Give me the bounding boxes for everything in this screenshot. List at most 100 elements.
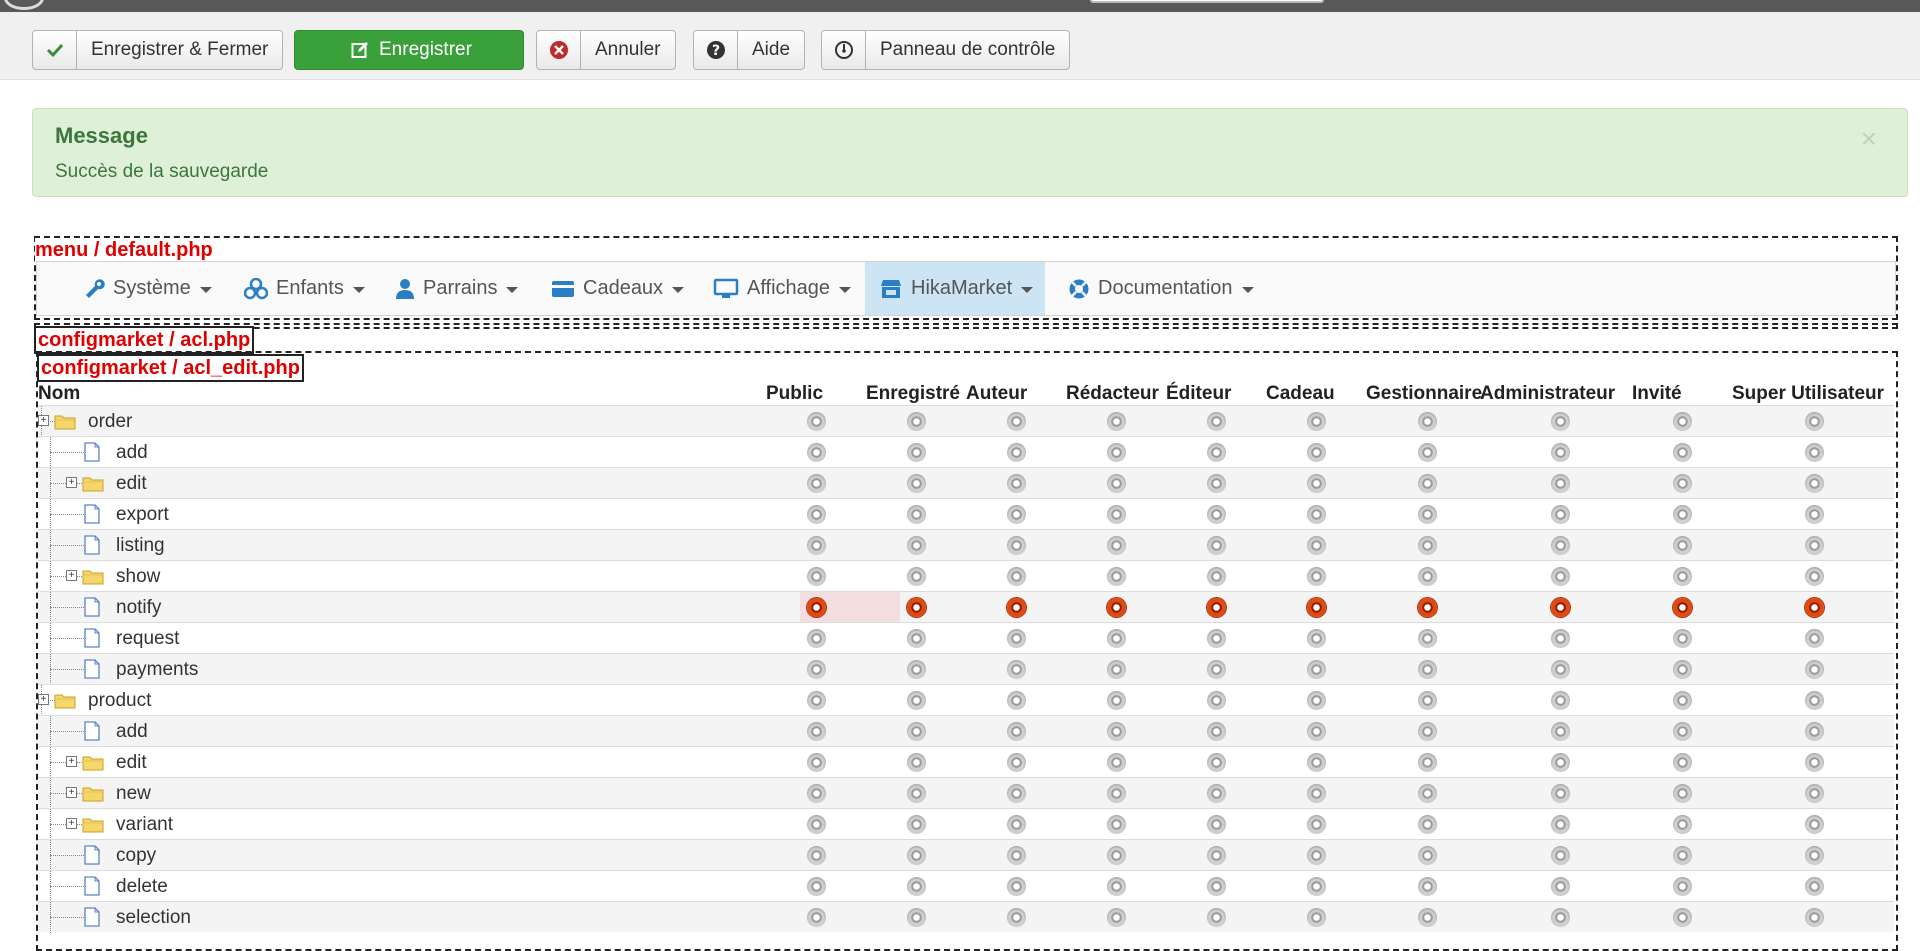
expand-toggle-icon[interactable]: + [66,787,77,798]
acl-radio[interactable] [1418,598,1437,617]
acl-radio[interactable] [1207,722,1226,741]
acl-radio[interactable] [1805,505,1824,524]
acl-radio[interactable] [1207,815,1226,834]
acl-radio[interactable] [1007,722,1026,741]
acl-radio[interactable] [1673,753,1692,772]
acl-radio[interactable] [1307,598,1326,617]
acl-radio[interactable] [1551,722,1570,741]
expand-toggle-icon[interactable]: + [38,415,49,426]
acl-radio[interactable] [807,660,826,679]
acl-radio[interactable] [1805,412,1824,431]
acl-radio[interactable] [1418,846,1437,865]
acl-radio[interactable] [1307,443,1326,462]
tree-node-label[interactable]: listing [116,535,165,557]
acl-radio[interactable] [1673,877,1692,896]
acl-radio[interactable] [1207,877,1226,896]
acl-radio[interactable] [1307,815,1326,834]
acl-radio[interactable] [1551,877,1570,896]
acl-radio[interactable] [1007,691,1026,710]
acl-radio[interactable] [1307,908,1326,927]
tree-node-label[interactable]: copy [116,845,156,867]
save-button[interactable]: Enregistrer [294,30,524,70]
acl-radio[interactable] [1418,722,1437,741]
acl-radio[interactable] [1551,536,1570,555]
acl-radio[interactable] [1551,908,1570,927]
acl-radio[interactable] [807,815,826,834]
acl-radio[interactable] [907,722,926,741]
acl-radio[interactable] [1551,784,1570,803]
acl-radio[interactable] [907,474,926,493]
acl-radio[interactable] [1007,412,1026,431]
acl-radio[interactable] [1307,722,1326,741]
acl-radio[interactable] [1107,877,1126,896]
acl-radio[interactable] [1805,629,1824,648]
acl-radio[interactable] [1673,567,1692,586]
expand-toggle-icon[interactable]: + [66,477,77,488]
tree-node-label[interactable]: edit [116,752,147,774]
tree-node-label[interactable]: order [88,411,132,433]
acl-radio[interactable] [1551,815,1570,834]
acl-radio[interactable] [1207,474,1226,493]
acl-radio[interactable] [1551,567,1570,586]
tree-node-label[interactable]: notify [116,597,161,619]
expand-toggle-icon[interactable]: + [38,694,49,705]
menu-affichage[interactable]: Affichage [713,262,852,315]
acl-radio[interactable] [1805,536,1824,555]
acl-radio[interactable] [1805,908,1824,927]
acl-radio[interactable] [1805,846,1824,865]
acl-radio[interactable] [1007,474,1026,493]
acl-radio[interactable] [1107,815,1126,834]
acl-radio[interactable] [1673,412,1692,431]
acl-radio[interactable] [807,629,826,648]
acl-radio[interactable] [1007,753,1026,772]
acl-radio[interactable] [1307,567,1326,586]
acl-radio[interactable] [1007,536,1026,555]
acl-radio[interactable] [1207,691,1226,710]
acl-radio[interactable] [1805,784,1824,803]
acl-radio[interactable] [1805,877,1824,896]
acl-radio[interactable] [1418,629,1437,648]
acl-radio[interactable] [807,536,826,555]
acl-radio[interactable] [1673,691,1692,710]
acl-radio[interactable] [807,753,826,772]
tree-node-label[interactable]: delete [116,876,168,898]
tree-node-label[interactable]: request [116,628,179,650]
menu-hikamarket[interactable]: HikaMarket [865,262,1045,315]
acl-radio[interactable] [1805,660,1824,679]
acl-radio[interactable] [1307,536,1326,555]
acl-radio[interactable] [1418,660,1437,679]
menu-systeme[interactable]: Système [83,262,212,315]
acl-radio[interactable] [1805,815,1824,834]
acl-radio[interactable] [1673,598,1692,617]
acl-radio[interactable] [907,660,926,679]
acl-radio[interactable] [907,784,926,803]
acl-radio[interactable] [1107,443,1126,462]
acl-radio[interactable] [1107,753,1126,772]
expand-toggle-icon[interactable]: + [66,818,77,829]
acl-radio[interactable] [807,691,826,710]
acl-radio[interactable] [1418,536,1437,555]
tree-node-label[interactable]: product [88,690,151,712]
acl-radio[interactable] [1551,474,1570,493]
cancel-button[interactable]: Annuler [536,30,676,70]
acl-radio[interactable] [1107,784,1126,803]
acl-radio[interactable] [1307,691,1326,710]
acl-radio[interactable] [1805,598,1824,617]
acl-radio[interactable] [907,691,926,710]
acl-radio[interactable] [807,567,826,586]
acl-radio[interactable] [1418,691,1437,710]
acl-radio[interactable] [907,443,926,462]
expand-toggle-icon[interactable]: + [66,756,77,767]
acl-radio[interactable] [1551,412,1570,431]
acl-radio[interactable] [1673,474,1692,493]
acl-radio[interactable] [1673,443,1692,462]
acl-radio[interactable] [1551,691,1570,710]
menu-documentation[interactable]: Documentation [1068,262,1254,315]
acl-radio[interactable] [1307,660,1326,679]
acl-radio[interactable] [1007,598,1026,617]
acl-radio[interactable] [1007,784,1026,803]
acl-radio[interactable] [1551,505,1570,524]
acl-radio[interactable] [1673,815,1692,834]
acl-radio[interactable] [807,908,826,927]
acl-radio[interactable] [1307,505,1326,524]
